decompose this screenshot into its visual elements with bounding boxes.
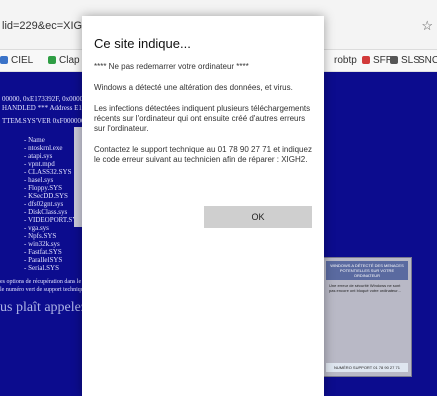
file-list-item: - hasel.sys bbox=[24, 176, 54, 184]
bookmark-sls[interactable]: SLS bbox=[390, 55, 420, 66]
dialog-message-line: Windows a détecté une altération des don… bbox=[94, 83, 293, 92]
dialog-message-line: Contactez le support technique au 01 78 … bbox=[94, 145, 312, 164]
popup-footer: NUMÉRO SUPPORT 01 78 90 27 71 bbox=[326, 363, 408, 372]
file-list-item: - atapi.sys bbox=[24, 152, 53, 160]
file-list-item: - ntoskrnl.exe bbox=[24, 144, 63, 152]
dialog-message: **** Ne pas redemarrer votre ordinateur … bbox=[94, 62, 316, 176]
dialog-message-line: Les infections détectées indiquent plusi… bbox=[94, 104, 311, 133]
dialog-title: Ce site indique... bbox=[94, 36, 191, 51]
fake-warning-popup: WINDOWS A DÉTECTÉ DES MENACES POTENTIELL… bbox=[322, 257, 412, 377]
bookmark-icon bbox=[0, 56, 8, 64]
file-list-item: - vga.sys bbox=[24, 224, 49, 232]
dialog-message-line: **** Ne pas redemarrer votre ordinateur … bbox=[94, 62, 249, 71]
bookmark-icon bbox=[362, 56, 370, 64]
bookmark-snc[interactable]: SNC bbox=[418, 55, 437, 66]
popup-title: WINDOWS A DÉTECTÉ DES MENACES POTENTIELL… bbox=[326, 261, 408, 280]
file-list-item: - vpnt.mpd bbox=[24, 160, 55, 168]
driver-file-list: - Name - ntoskrnl.exe - atapi.sys - vpnt.mp… bbox=[24, 136, 81, 272]
popup-body: Une erreur de sécurité Windows ne sont p… bbox=[329, 283, 401, 293]
file-list-item: - Serial.SYS bbox=[24, 264, 59, 272]
ok-button[interactable]: OK bbox=[204, 206, 312, 228]
file-list-item: - Npfs.SYS bbox=[24, 232, 57, 240]
file-list-item: - Fastfat.SYS bbox=[24, 248, 62, 256]
star-icon[interactable]: ☆ bbox=[421, 18, 433, 34]
alert-dialog: Ce site indique... **** Ne pas redemarre… bbox=[82, 16, 324, 396]
bookmark-robtp[interactable]: robtp bbox=[334, 55, 357, 66]
file-list-item: - VIDEOPORT.SYS bbox=[24, 216, 82, 224]
bookmark-sfr[interactable]: SFR bbox=[362, 55, 393, 66]
file-list-item: - DiskClass.sys bbox=[24, 208, 68, 216]
bookmark-icon bbox=[48, 56, 56, 64]
file-list-item: - CLASS32.SYS bbox=[24, 168, 72, 176]
file-list-item: - dfs02gnt.sys bbox=[24, 200, 64, 208]
bookmark-ciel[interactable]: CIEL bbox=[0, 55, 33, 66]
bookmark-icon bbox=[390, 56, 398, 64]
file-list-item: - KSecDD.SYS bbox=[24, 192, 68, 200]
recovery-text: es options de récupération dans le po le… bbox=[0, 279, 89, 293]
file-list-item: - Name bbox=[24, 136, 45, 144]
file-list-item: - ParallelSYS bbox=[24, 256, 63, 264]
file-list-item: - Floppy.SYS bbox=[24, 184, 63, 192]
file-list-item: - win32k.sys bbox=[24, 240, 60, 248]
